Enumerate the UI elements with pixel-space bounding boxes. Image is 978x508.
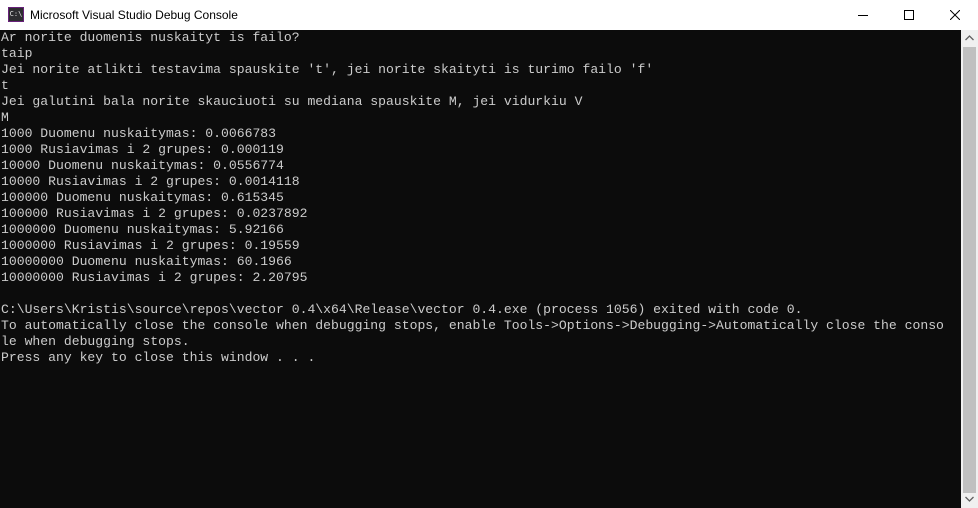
console-line: 10000 Duomenu nuskaitymas: 0.0556774 <box>1 158 284 173</box>
console-line: Ar norite duomenis nuskaityt is failo? <box>1 30 300 45</box>
console-line: 10000 Rusiavimas i 2 grupes: 0.0014118 <box>1 174 300 189</box>
console-line: t <box>1 78 9 93</box>
maximize-button[interactable] <box>886 0 932 30</box>
scroll-down-button[interactable] <box>961 491 978 508</box>
console-line: Jei galutini bala norite skauciuoti su m… <box>1 94 583 109</box>
console-line: 100000 Rusiavimas i 2 grupes: 0.0237892 <box>1 206 308 221</box>
minimize-icon <box>858 15 868 16</box>
debug-console-window: C:\ Microsoft Visual Studio Debug Consol… <box>0 0 978 508</box>
title-bar[interactable]: C:\ Microsoft Visual Studio Debug Consol… <box>0 0 978 30</box>
console-line: 100000 Duomenu nuskaitymas: 0.615345 <box>1 190 284 205</box>
close-icon <box>950 10 960 20</box>
console-app-icon: C:\ <box>8 7 24 22</box>
scroll-up-button[interactable] <box>961 30 978 47</box>
chevron-up-icon <box>965 35 974 41</box>
console-line: C:\Users\Kristis\source\repos\vector 0.4… <box>1 302 803 317</box>
console-line: 1000000 Rusiavimas i 2 grupes: 0.19559 <box>1 238 300 253</box>
console-line: 1000 Rusiavimas i 2 grupes: 0.000119 <box>1 142 284 157</box>
chevron-down-icon <box>965 496 974 502</box>
close-button[interactable] <box>932 0 978 30</box>
console-line: To automatically close the console when … <box>1 318 944 333</box>
console-line: Press any key to close this window . . . <box>1 350 316 365</box>
console-output[interactable]: Ar norite duomenis nuskaityt is failo? t… <box>0 30 961 508</box>
maximize-icon <box>904 10 914 20</box>
console-line: 1000000 Duomenu nuskaitymas: 5.92166 <box>1 222 284 237</box>
window-title: Microsoft Visual Studio Debug Console <box>30 8 238 22</box>
console-line: 10000000 Rusiavimas i 2 grupes: 2.20795 <box>1 270 308 285</box>
console-line: 10000000 Duomenu nuskaitymas: 60.1966 <box>1 254 292 269</box>
console-line: M <box>1 110 9 125</box>
console-line: Jei norite atlikti testavima spauskite '… <box>1 62 654 77</box>
vertical-scrollbar[interactable] <box>961 30 978 508</box>
scrollbar-thumb[interactable] <box>963 47 976 493</box>
console-line: le when debugging stops. <box>1 334 190 349</box>
minimize-button[interactable] <box>840 0 886 30</box>
console-line: taip <box>1 46 33 61</box>
console-line: 1000 Duomenu nuskaitymas: 0.0066783 <box>1 126 277 141</box>
